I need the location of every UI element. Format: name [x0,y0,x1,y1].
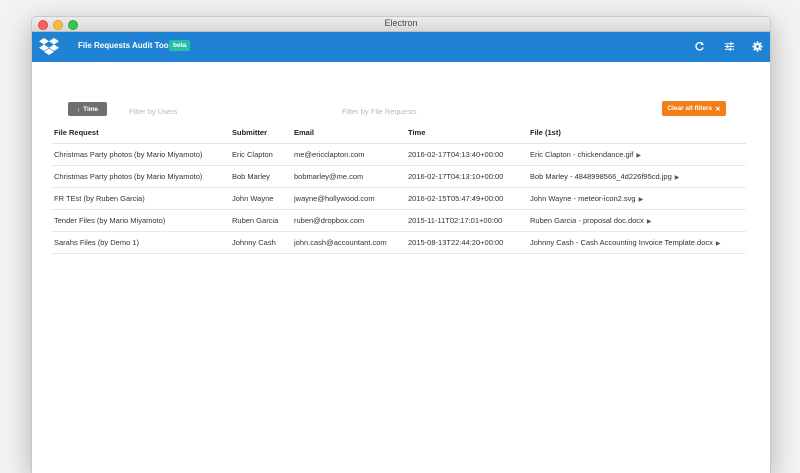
cell-file: Bob Marley - 4848998566_4d226f95cd.jpg ▶ [528,165,746,188]
time-sort-label: Time [83,105,99,113]
file-link[interactable]: Johnny Cash - Cash Accounting Invoice Te… [530,238,713,247]
cell-submitter: Bob Marley [230,165,292,188]
cell-submitter: Eric Clapton [230,143,292,166]
app-header: File Requests Audit Tool beta [32,32,770,62]
cell-file-request: Sarahs Files (by Demo 1) [52,231,230,254]
clear-filters-label: Clear all filters [667,105,713,112]
column-header-submitter[interactable]: Submitter [230,121,292,144]
cell-email: jwayne@hollywood.com [292,187,406,210]
title-bar: Electron [32,17,770,32]
cell-file-request: Tender Files (by Mario Miyamoto) [52,209,230,232]
column-header-email[interactable]: Email [292,121,406,144]
file-link[interactable]: Ruben Garcia - proposal doc.docx [530,216,644,225]
cell-file: John Wayne - meteor-icon2.svg ▶ [528,187,746,210]
cell-file-request: Christmas Party photos (by Mario Miyamot… [52,143,230,166]
table-header-row: File Request Submitter Email Time File (… [52,121,746,144]
app-window: Electron File Requests Audit Tool beta ↓… [31,16,771,473]
cell-time: 2016-02-17T04:13:10+00:00 [406,165,528,188]
dropbox-logo-icon [39,38,59,55]
cell-file-request: Christmas Party photos (by Mario Miyamot… [52,165,230,188]
cell-submitter: Ruben Garcia [230,209,292,232]
cell-email: john.cash@accountant.com [292,231,406,254]
caret-right-icon[interactable]: ▶ [716,241,721,247]
beta-badge: beta [169,40,191,51]
close-icon: ✕ [715,105,721,113]
gear-icon[interactable] [752,41,763,52]
time-sort-button[interactable]: ↓ Time [68,102,107,116]
cell-email: ruben@dropbox.com [292,209,406,232]
table-row: Tender Files (by Mario Miyamoto) Ruben G… [52,209,746,232]
clear-filters-button[interactable]: Clear all filters ✕ [662,101,726,116]
table-row: Sarahs Files (by Demo 1) Johnny Cash joh… [52,231,746,254]
app-title: File Requests Audit Tool [78,41,171,50]
cell-file-request: FR TEst (by Ruben Garcia) [52,187,230,210]
column-header-file-request[interactable]: File Request [52,121,230,144]
cell-file: Eric Clapton - chickendance.gif ▶ [528,143,746,166]
cell-time: 2015-08-13T22:44:20+00:00 [406,231,528,254]
sliders-icon[interactable] [724,41,735,52]
table-row: FR TEst (by Ruben Garcia) John Wayne jwa… [52,187,746,210]
file-requests-table: File Request Submitter Email Time File (… [52,121,746,254]
cell-file: Johnny Cash - Cash Accounting Invoice Te… [528,231,746,254]
cell-time: 2016-02-15T05:47:49+00:00 [406,187,528,210]
cell-file: Ruben Garcia - proposal doc.docx ▶ [528,209,746,232]
cell-email: me@ericclapton.com [292,143,406,166]
cell-time: 2016-02-17T04:13:40+00:00 [406,143,528,166]
caret-right-icon[interactable]: ▶ [647,219,652,225]
caret-right-icon[interactable]: ▶ [639,197,644,203]
file-link[interactable]: John Wayne - meteor-icon2.svg [530,194,636,203]
cell-email: bobmarley@me.com [292,165,406,188]
cell-submitter: John Wayne [230,187,292,210]
column-header-time[interactable]: Time [406,121,528,144]
caret-right-icon[interactable]: ▶ [675,175,680,181]
cell-submitter: Johnny Cash [230,231,292,254]
file-link[interactable]: Bob Marley - 4848998566_4d226f95cd.jpg [530,172,672,181]
filter-requests-input[interactable]: Filter by File Requests [342,107,417,116]
refresh-icon[interactable] [694,41,705,52]
column-header-file[interactable]: File (1st) [528,121,746,144]
filter-users-input[interactable]: Filter by Users [129,107,177,116]
cell-time: 2015-11-11T02:17:01+00:00 [406,209,528,232]
sort-arrow-icon: ↓ [76,105,81,113]
caret-right-icon[interactable]: ▶ [636,153,641,159]
window-title: Electron [384,18,418,28]
table-row: Christmas Party photos (by Mario Miyamot… [52,143,746,166]
table-row: Christmas Party photos (by Mario Miyamot… [52,165,746,188]
file-link[interactable]: Eric Clapton - chickendance.gif [530,150,633,159]
